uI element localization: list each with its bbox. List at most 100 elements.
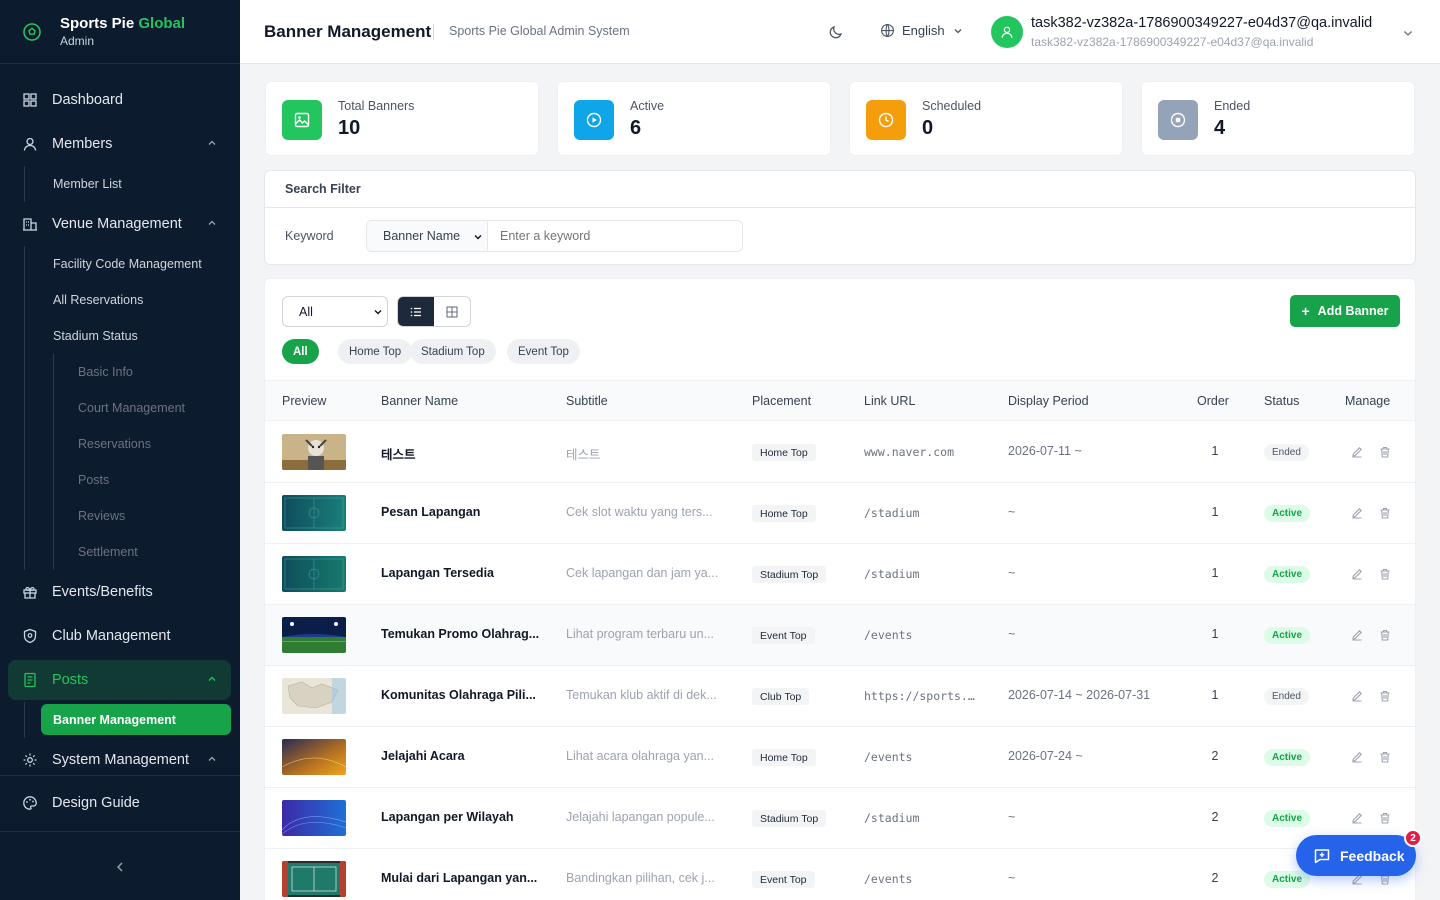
banner-preview-image[interactable] bbox=[282, 678, 346, 714]
nav-posts[interactable]: Posts bbox=[8, 660, 231, 700]
gift-icon bbox=[23, 586, 37, 599]
trash-icon[interactable] bbox=[1379, 629, 1391, 641]
user-icon bbox=[1001, 26, 1013, 38]
list-view-button[interactable] bbox=[398, 297, 434, 326]
feedback-button[interactable]: Feedback bbox=[1296, 835, 1416, 876]
add-banner-button[interactable]: + Add Banner bbox=[1290, 295, 1400, 327]
table-row[interactable]: 테스트 테스트 Home Top www.naver.com 2026-07-11 ~ 1… bbox=[265, 422, 1415, 483]
banner-name[interactable]: Pesan Lapangan bbox=[381, 505, 541, 519]
banner-preview-image[interactable] bbox=[282, 739, 346, 775]
nav-stadium-status[interactable]: Stadium Status bbox=[53, 329, 138, 343]
palette-icon bbox=[23, 796, 37, 810]
brand[interactable]: Sports Pie Global Admin bbox=[0, 0, 240, 64]
banner-name[interactable]: Lapangan per Wilayah bbox=[381, 810, 541, 824]
keyword-input[interactable] bbox=[487, 220, 743, 252]
banner-name[interactable]: Temukan Promo Olahrag... bbox=[381, 627, 541, 641]
globe-icon bbox=[881, 24, 894, 37]
nav-posts-sub[interactable]: Posts bbox=[78, 473, 109, 487]
edit-icon[interactable] bbox=[1351, 507, 1363, 519]
chip-all[interactable]: All bbox=[282, 339, 319, 364]
nav-dashboard[interactable]: Dashboard bbox=[8, 80, 231, 120]
chevron-left-icon[interactable] bbox=[113, 860, 127, 874]
banner-name[interactable]: Mulai dari Lapangan yan... bbox=[381, 871, 541, 885]
placement-tag: Event Top bbox=[752, 871, 815, 888]
nav-reviews[interactable]: Reviews bbox=[78, 509, 125, 523]
nav-events-benefits[interactable]: Events/Benefits bbox=[8, 572, 231, 612]
col-order: Order bbox=[1197, 394, 1229, 408]
nav-court-management[interactable]: Court Management bbox=[78, 401, 185, 415]
table-row[interactable]: Lapangan Tersedia Cek lapangan dan jam ya… bbox=[265, 544, 1415, 605]
grid-view-button[interactable] bbox=[434, 297, 470, 326]
trash-icon[interactable] bbox=[1379, 446, 1391, 458]
nav-system-management[interactable]: System Management bbox=[8, 740, 231, 780]
nav-reservations[interactable]: Reservations bbox=[78, 437, 151, 451]
col-preview: Preview bbox=[282, 394, 327, 408]
chevron-up-icon bbox=[208, 220, 216, 225]
banner-name[interactable]: 테스트 bbox=[381, 444, 541, 463]
display-period: ~ bbox=[1008, 871, 1016, 885]
table-row[interactable]: Pesan Lapangan Cek slot waktu yang ters..… bbox=[265, 483, 1415, 544]
avatar[interactable] bbox=[991, 16, 1023, 48]
edit-icon[interactable] bbox=[1351, 446, 1363, 458]
edit-icon[interactable] bbox=[1351, 568, 1363, 580]
message-plus-icon bbox=[1314, 848, 1330, 863]
banner-preview-image[interactable] bbox=[282, 434, 346, 470]
trash-icon[interactable] bbox=[1379, 751, 1391, 763]
moon-icon[interactable] bbox=[828, 24, 844, 40]
status-select[interactable]: All bbox=[282, 296, 388, 327]
keyword-label: Keyword bbox=[285, 229, 334, 243]
language-selector[interactable]: English bbox=[880, 23, 970, 38]
trash-icon[interactable] bbox=[1379, 690, 1391, 702]
chevron-down-icon[interactable] bbox=[1402, 27, 1414, 39]
banner-preview-image[interactable] bbox=[282, 800, 346, 836]
table-row[interactable]: Komunitas Olahraga Pili... Temukan klub a… bbox=[265, 666, 1415, 727]
edit-icon[interactable] bbox=[1351, 751, 1363, 763]
nav-venue-management[interactable]: Venue Management bbox=[8, 204, 231, 244]
table-row[interactable]: Lapangan per Wilayah Jelajahi lapangan po… bbox=[265, 788, 1415, 849]
col-manage: Manage bbox=[1345, 394, 1391, 408]
edit-icon[interactable] bbox=[1351, 690, 1363, 702]
banner-preview-image[interactable] bbox=[282, 495, 346, 531]
banner-name[interactable]: Lapangan Tersedia bbox=[381, 566, 541, 580]
chip-home-top[interactable]: Home Top bbox=[338, 339, 413, 364]
edit-icon[interactable] bbox=[1351, 629, 1363, 641]
table-row[interactable]: Jelajahi Acara Lihat acara olahraga yan..… bbox=[265, 727, 1415, 788]
keyword-field-select[interactable]: Banner Name bbox=[366, 220, 488, 252]
edit-icon[interactable] bbox=[1351, 812, 1363, 824]
nav-member-list[interactable]: Member List bbox=[53, 177, 122, 191]
nav-basic-info[interactable]: Basic Info bbox=[78, 365, 133, 379]
nav-facility-code[interactable]: Facility Code Management bbox=[53, 257, 202, 271]
banner-subtitle: Temukan klub aktif di dek... bbox=[566, 688, 717, 702]
banner-name[interactable]: Jelajahi Acara bbox=[381, 749, 541, 763]
chip-event-top[interactable]: Event Top bbox=[507, 339, 580, 364]
banner-subtitle: Cek lapangan dan jam ya... bbox=[566, 566, 719, 580]
user-name[interactable]: task382-vz382a-1786900349227-e04d37@qa.i… bbox=[1031, 15, 1372, 31]
status-badge: Active bbox=[1264, 810, 1311, 827]
keyword-field-value: Banner Name bbox=[383, 229, 461, 243]
trash-icon[interactable] bbox=[1379, 568, 1391, 580]
banner-preview-image[interactable] bbox=[282, 617, 346, 653]
link-url: www.naver.com bbox=[864, 445, 955, 459]
col-status: Status bbox=[1264, 394, 1300, 408]
display-order: 1 bbox=[1211, 627, 1219, 641]
display-period: 2026-07-24 ~ bbox=[1008, 749, 1083, 763]
trash-icon[interactable] bbox=[1379, 812, 1391, 824]
nav-members[interactable]: Members bbox=[8, 124, 231, 164]
document-icon bbox=[24, 672, 36, 688]
link-url: /events bbox=[864, 628, 913, 642]
nav-all-reservations[interactable]: All Reservations bbox=[53, 293, 143, 307]
table-row[interactable]: Temukan Promo Olahrag... Lihat program te… bbox=[265, 605, 1415, 666]
display-period: ~ bbox=[1008, 566, 1016, 580]
banner-name[interactable]: Komunitas Olahraga Pili... bbox=[381, 688, 541, 702]
nav-club-management[interactable]: Club Management bbox=[8, 616, 231, 656]
table-row[interactable]: Mulai dari Lapangan yan... Bandingkan pil… bbox=[265, 849, 1415, 900]
link-url: /events bbox=[864, 872, 913, 886]
banner-preview-image[interactable] bbox=[282, 861, 346, 897]
chip-stadium-top[interactable]: Stadium Top bbox=[410, 339, 496, 364]
banner-preview-image[interactable] bbox=[282, 556, 346, 592]
trash-icon[interactable] bbox=[1379, 507, 1391, 519]
display-period: 2026-07-11 ~ bbox=[1008, 444, 1082, 458]
nav-banner-management[interactable]: Banner Management bbox=[41, 704, 231, 735]
nav-settlement[interactable]: Settlement bbox=[78, 545, 138, 559]
nav-design-guide[interactable]: Design Guide bbox=[8, 783, 231, 823]
